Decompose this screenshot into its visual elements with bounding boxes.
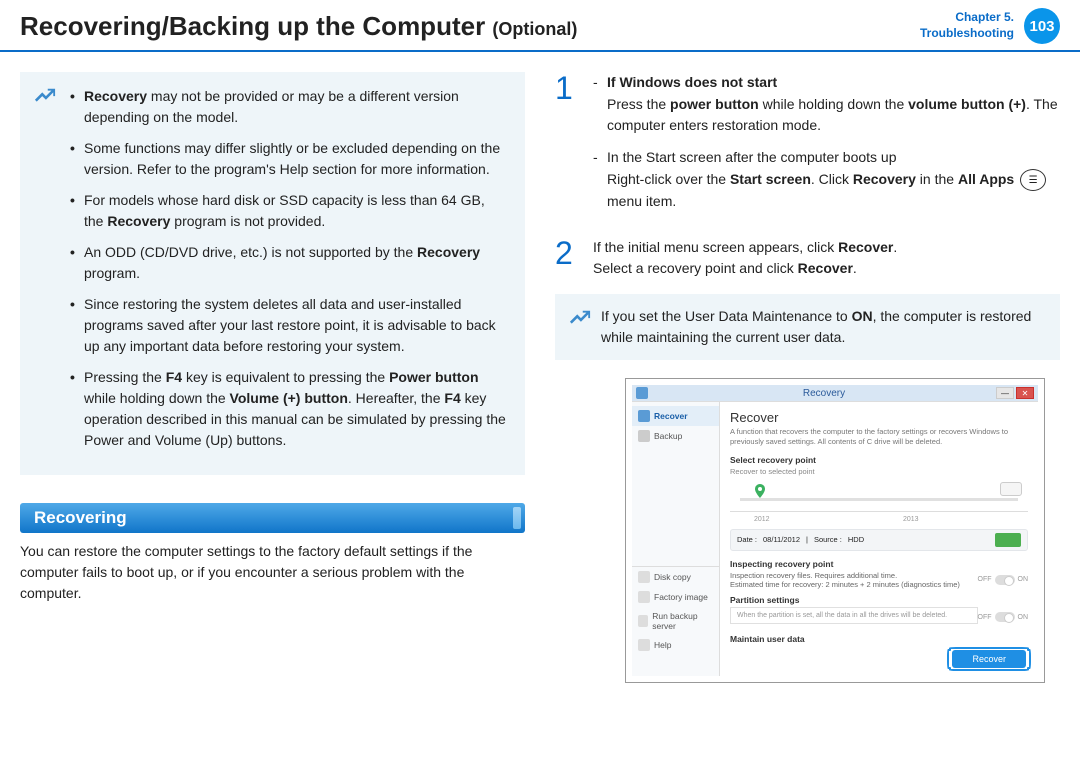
sidebar-item-runbackup[interactable]: Run backup server: [632, 607, 719, 635]
content-area: Recovery may not be provided or may be a…: [0, 52, 1080, 683]
right-column: 1 If Windows does not start Press the po…: [555, 72, 1060, 683]
backup-icon: [638, 430, 650, 442]
server-icon: [638, 615, 648, 627]
all-apps-icon: ☰: [1020, 169, 1046, 191]
chapter-name: Troubleshooting: [920, 26, 1014, 42]
step2-line2: Select a recovery point and click Recove…: [593, 258, 1060, 280]
main-title: Recover: [730, 410, 1028, 425]
sidebar-item-factory[interactable]: Factory image: [632, 587, 719, 607]
app-icon: [636, 387, 648, 399]
timeline-pin-icon[interactable]: [755, 484, 765, 498]
note-text: If you set the User Data Maintenance to …: [601, 306, 1046, 348]
note-box-main: Recovery may not be provided or may be a…: [20, 72, 525, 475]
chapter-number: Chapter 5.: [920, 10, 1014, 26]
step2-line1: If the initial menu screen appears, clic…: [593, 237, 1060, 259]
inspect-toggle[interactable]: OFF ON: [978, 575, 1029, 585]
refresh-button[interactable]: [1000, 482, 1022, 496]
sidebar-item-diskcopy[interactable]: Disk copy: [632, 567, 719, 587]
note-item: Recovery may not be provided or may be a…: [70, 86, 507, 128]
disk-icon: [638, 571, 650, 583]
note-icon: [569, 308, 591, 330]
main-panel: Recover A function that recovers the com…: [720, 402, 1038, 676]
section-heading-recovering: Recovering: [20, 503, 525, 533]
step-1: 1 If Windows does not start Press the po…: [555, 72, 1060, 223]
inspect-text: Inspection recovery files. Requires addi…: [730, 571, 978, 589]
page-header: Recovering/Backing up the Computer (Opti…: [0, 0, 1080, 52]
window-controls: — ✕: [996, 387, 1034, 399]
title-optional: (Optional): [492, 19, 577, 39]
note-item: An ODD (CD/DVD drive, etc.) is not suppo…: [70, 242, 507, 284]
sidebar-item-recover[interactable]: Recover: [632, 406, 719, 426]
window-titlebar: Recovery — ✕: [632, 385, 1038, 401]
sidebar: Recover Backup Disk copy Factory image R…: [632, 402, 720, 676]
step-sub-heading: If Windows does not start: [607, 74, 777, 90]
timeline-years: 2012 2013: [730, 516, 1028, 523]
note-list: Recovery may not be provided or may be a…: [70, 86, 507, 451]
partition-row: When the partition is set, all the data …: [730, 607, 1028, 628]
note-item: Since restoring the system deletes all d…: [70, 294, 507, 357]
step-body: If Windows does not start Press the powe…: [593, 72, 1060, 223]
partition-text: When the partition is set, all the data …: [730, 607, 978, 624]
recover-icon: [638, 410, 650, 422]
section-maintain: Maintain user data: [730, 634, 1028, 644]
section-select-sub: Recover to selected point: [730, 467, 1028, 476]
window-body: Recover Backup Disk copy Factory image R…: [632, 401, 1038, 676]
partition-toggle[interactable]: OFF ON: [978, 612, 1029, 622]
section-partition: Partition settings: [730, 595, 1028, 605]
window-title: Recovery: [652, 388, 996, 399]
recover-button[interactable]: Recover: [952, 650, 1026, 668]
title-main: Recovering/Backing up the Computer: [20, 11, 485, 41]
note-icon: [34, 86, 56, 108]
step-body: If the initial menu screen appears, clic…: [593, 237, 1060, 280]
go-button[interactable]: [995, 533, 1021, 547]
left-column: Recovery may not be provided or may be a…: [20, 72, 525, 683]
sidebar-item-help[interactable]: Help: [632, 635, 719, 655]
step-number: 1: [555, 72, 579, 223]
step-number: 2: [555, 237, 579, 280]
recovery-point-meta: Date : 08/11/2012 | Source : HDD: [730, 529, 1028, 551]
section-inspect: Inspecting recovery point: [730, 559, 1028, 569]
factory-icon: [638, 591, 650, 603]
recover-button-highlight: Recover: [950, 652, 1028, 666]
page-title: Recovering/Backing up the Computer (Opti…: [20, 11, 920, 42]
note-item: Some functions may differ slightly or be…: [70, 138, 507, 180]
minimize-button[interactable]: —: [996, 387, 1014, 399]
section-intro-text: You can restore the computer settings to…: [20, 541, 525, 604]
inspect-row: Inspection recovery files. Requires addi…: [730, 571, 1028, 589]
note-box-maintain: If you set the User Data Maintenance to …: [555, 294, 1060, 360]
chapter-label: Chapter 5. Troubleshooting: [920, 10, 1014, 41]
section-select-point: Select recovery point: [730, 455, 1028, 465]
note-item: For models whose hard disk or SSD capaci…: [70, 190, 507, 232]
page-number-badge: 103: [1024, 8, 1060, 44]
note-item: Pressing the F4 key is equivalent to pre…: [70, 367, 507, 451]
recovery-timeline[interactable]: [730, 482, 1028, 512]
close-button[interactable]: ✕: [1016, 387, 1034, 399]
step-2: 2 If the initial menu screen appears, cl…: [555, 237, 1060, 280]
recovery-screenshot: Recovery — ✕ Recover Backup Disk copy Fa…: [625, 378, 1045, 683]
sidebar-item-backup[interactable]: Backup: [632, 426, 719, 446]
help-icon: [638, 639, 650, 651]
main-subtitle: A function that recovers the computer to…: [730, 427, 1028, 447]
step-sub-start-screen: In the Start screen after the computer b…: [593, 147, 1060, 213]
step-sub-windows-not-start: If Windows does not start Press the powe…: [593, 72, 1060, 137]
